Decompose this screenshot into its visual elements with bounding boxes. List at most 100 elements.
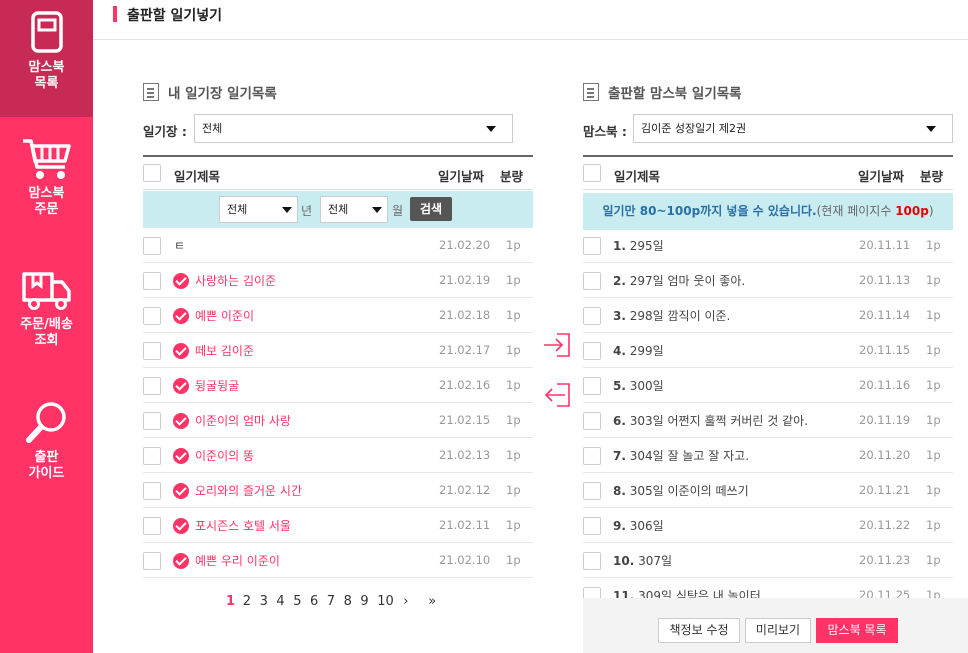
row-checkbox[interactable] [583,552,601,570]
row-number: 11. [613,589,635,598]
col-title: 일기제목 [614,169,661,184]
table-row[interactable]: 5. 300일 20.11.16 1p [583,368,953,403]
page-link-7[interactable]: 7 [327,594,335,609]
table-row[interactable]: 예쁜 우리 이준이 21.02.10 1p [143,543,533,578]
row-checkbox[interactable] [143,342,161,360]
row-checkbox[interactable] [143,377,161,395]
page-link-9[interactable]: 9 [360,594,368,609]
row-number: 1. [613,239,626,253]
page-link-6[interactable]: 6 [310,594,318,609]
sidebar-item-momsbook-order[interactable]: 맘스북 주문 [0,137,93,237]
row-checkbox[interactable] [143,237,161,255]
chevron-down-icon [372,207,382,213]
row-checkbox[interactable] [583,307,601,325]
sidebar-item-label: 맘스북 주문 [28,186,65,217]
table-row[interactable]: 이준이의 똥 21.02.13 1p [143,438,533,473]
table-row[interactable]: 1. 295일 20.11.11 1p [583,228,953,263]
row-checkbox[interactable] [583,482,601,500]
sidebar-item-momsbook-list[interactable]: 맘스북 목록 [0,0,93,117]
right-table-header: 일기제목 일기날짜 분량 [583,155,953,190]
row-title: 예쁜 우리 이준이 [195,554,280,568]
row-checkbox[interactable] [583,587,601,598]
row-title: 떼보 김이준 [195,344,255,358]
row-date: 20.11.25 [859,588,911,598]
row-checkbox[interactable] [143,482,161,500]
table-row[interactable]: 3. 298일 깜직이 이준. 20.11.14 1p [583,298,953,333]
sidebar-item-label: 주문/배송 조회 [20,317,73,348]
published-check-icon [173,448,189,464]
row-checkbox[interactable] [583,377,601,395]
momsbook-list-button[interactable]: 맘스북 목록 [816,618,898,643]
next-page-icon[interactable]: › [403,594,408,609]
row-title-text: 305일 이준이의 떼쓰기 [629,484,749,498]
chevron-down-icon [282,207,292,213]
month-select[interactable]: 전체 [320,196,388,223]
page-link-8[interactable]: 8 [344,594,352,609]
row-checkbox[interactable] [583,517,601,535]
row-pages: 1p [926,588,941,598]
row-checkbox[interactable] [143,412,161,430]
momsbook-select[interactable]: 김이준 성장일기 제2권 [633,114,953,143]
page-link-10[interactable]: 10 [377,594,394,609]
table-row[interactable]: 사랑하는 김이준 21.02.19 1p [143,263,533,298]
add-to-book-icon[interactable] [543,332,571,358]
row-pages: 1p [926,308,941,322]
table-row[interactable]: 뒹굴뒹굴 21.02.16 1p [143,368,533,403]
document-icon [143,83,159,101]
page-link-2[interactable]: 2 [243,594,251,609]
row-checkbox[interactable] [583,447,601,465]
table-row[interactable]: 2. 297일 엄마 웃이 좋아. 20.11.13 1p [583,263,953,298]
row-date: 21.02.18 [439,308,491,322]
row-checkbox[interactable] [143,552,161,570]
page-link-5[interactable]: 5 [293,594,301,609]
row-checkbox[interactable] [583,237,601,255]
preview-button[interactable]: 미리보기 [745,618,811,643]
table-row[interactable]: 예쁜 이준이 21.02.18 1p [143,298,533,333]
table-row[interactable]: 6. 303일 어쩐지 훌쩍 커버린 것 같아. 20.11.19 1p [583,403,953,438]
table-row[interactable]: 4. 299일 20.11.15 1p [583,333,953,368]
page-link-3[interactable]: 3 [260,594,268,609]
diary-select[interactable]: 전체 [194,114,513,143]
sidebar-item-order-delivery[interactable]: 주문/배송 조회 [0,268,93,368]
row-checkbox[interactable] [143,272,161,290]
published-check-icon [173,273,189,289]
sidebar-item-publish-guide[interactable]: 출판 가이드 [0,400,93,500]
notice-count: 100p [895,204,929,218]
remove-from-book-icon[interactable] [543,382,571,408]
row-date: 21.02.17 [439,343,491,357]
search-button[interactable]: 검색 [410,197,452,221]
table-row[interactable]: 9. 306일 20.11.22 1p [583,508,953,543]
table-row[interactable]: 떼보 김이준 21.02.17 1p [143,333,533,368]
table-row[interactable]: 10. 307일 20.11.23 1p [583,543,953,578]
edit-book-info-button[interactable]: 책정보 수정 [658,618,740,643]
row-pages: 1p [926,273,941,287]
table-row[interactable]: ㅌ 21.02.20 1p [143,228,533,263]
right-diary-list[interactable]: 1. 295일 20.11.11 1p 2. 297일 엄마 웃이 좋아. 20.11.… [583,228,953,598]
left-table-header: 일기제목 일기날짜 분량 [143,155,533,190]
row-date: 20.11.15 [859,343,911,357]
year-select[interactable]: 전체 [219,196,298,223]
table-row[interactable]: 8. 305일 이준이의 떼쓰기 20.11.21 1p [583,473,953,508]
table-row[interactable]: 이준이의 엄마 사랑 21.02.15 1p [143,403,533,438]
select-all-checkbox[interactable] [583,164,601,182]
row-checkbox[interactable] [583,412,601,430]
row-checkbox[interactable] [143,447,161,465]
table-row[interactable]: 7. 304일 잘 놀고 잘 자고. 20.11.20 1p [583,438,953,473]
row-date: 20.11.22 [859,518,911,532]
table-row[interactable]: 11. 309일 식탁은 내 놀이터 20.11.25 1p [583,578,953,598]
chevron-down-icon [926,126,936,132]
last-page-icon[interactable]: » [428,594,436,609]
table-row[interactable]: 오리와의 즐거운 시간 21.02.12 1p [143,473,533,508]
page-link-1[interactable]: 1 [226,594,235,609]
table-row[interactable]: 포시즌스 호텔 서울 21.02.11 1p [143,508,533,543]
select-all-checkbox[interactable] [143,164,161,182]
row-title-text: 299일 [629,344,664,358]
published-check-icon [173,308,189,324]
row-checkbox[interactable] [583,342,601,360]
page-header: 출판할 일기넣기 [93,0,968,40]
row-checkbox[interactable] [583,272,601,290]
row-checkbox[interactable] [143,307,161,325]
row-pages: 1p [506,413,521,427]
page-link-4[interactable]: 4 [276,594,284,609]
row-checkbox[interactable] [143,517,161,535]
